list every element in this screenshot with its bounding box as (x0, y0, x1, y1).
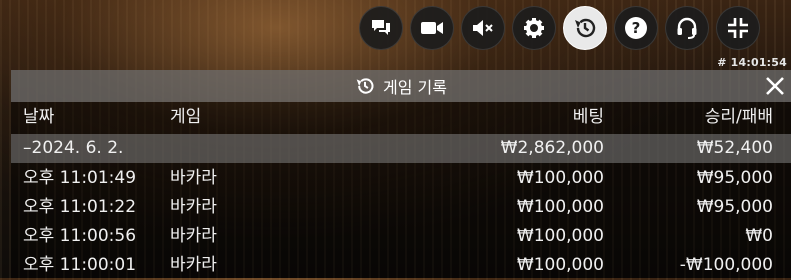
video-camera-icon (421, 22, 443, 34)
row-bet: ₩100,000 (516, 197, 604, 217)
sound-muted-icon (473, 20, 493, 36)
summary-date: –2024. 6. 2. (23, 138, 124, 158)
panel-title-text: 게임 기록 (383, 78, 447, 97)
table-header: 날짜 게임 베팅 승리/패배 (11, 103, 791, 132)
row-win-loss: ₩95,000 (696, 168, 773, 188)
chat-icon (372, 20, 390, 35)
row-time: 오후 11:00:01 (23, 255, 137, 275)
headset-icon (677, 17, 697, 39)
table-row[interactable]: 오후 11:00:56 바카라 ₩100,000 ₩0 (11, 222, 791, 251)
history-icon (355, 76, 375, 96)
chat-button[interactable] (359, 6, 403, 50)
row-game: 바카라 (170, 197, 217, 217)
settings-button[interactable] (512, 6, 556, 50)
support-button[interactable] (665, 6, 709, 50)
column-header-game: 게임 (170, 107, 202, 127)
column-header-bet: 베팅 (572, 107, 604, 127)
sound-button[interactable] (461, 6, 505, 50)
clock-readout: # 14:01:54 (717, 56, 787, 69)
row-time: 오후 11:00:56 (23, 226, 137, 246)
row-win-loss: -₩100,000 (679, 255, 773, 275)
video-button[interactable] (410, 6, 454, 50)
summary-win-total: ₩52,400 (696, 138, 773, 158)
table-row[interactable]: 오후 11:00:01 바카라 ₩100,000 -₩100,000 (11, 251, 791, 280)
panel-header: 게임 기록 (11, 70, 791, 102)
row-time: 오후 11:01:49 (23, 168, 137, 188)
row-bet: ₩100,000 (516, 255, 604, 275)
history-button[interactable] (563, 6, 607, 50)
table-row[interactable]: 오후 11:01:49 바카라 ₩100,000 ₩95,000 (11, 164, 791, 193)
row-time: 오후 11:01:22 (23, 197, 137, 217)
row-bet: ₩100,000 (516, 168, 604, 188)
game-toolbar: ? (351, 3, 791, 55)
minimize-icon (728, 18, 748, 38)
panel-title: 게임 기록 (355, 74, 447, 98)
settings-gear-icon (524, 18, 544, 38)
summary-bet-total: ₩2,862,000 (500, 138, 604, 158)
column-header-date: 날짜 (23, 107, 55, 127)
row-game: 바카라 (170, 226, 217, 246)
row-bet: ₩100,000 (516, 226, 604, 246)
game-history-panel: 게임 기록 날짜 게임 베팅 승리/패배 –2024. 6. 2. ₩2,862… (11, 70, 791, 278)
history-icon (575, 18, 596, 38)
minimize-button[interactable] (716, 6, 760, 50)
close-icon (766, 77, 784, 95)
row-game: 바카라 (170, 168, 217, 188)
close-button[interactable] (763, 74, 787, 98)
row-win-loss: ₩95,000 (696, 197, 773, 217)
date-summary-row[interactable]: –2024. 6. 2. ₩2,862,000 ₩52,400 (11, 134, 791, 163)
svg-text:?: ? (632, 19, 641, 37)
help-button[interactable]: ? (614, 6, 658, 50)
table-row[interactable]: 오후 11:01:22 바카라 ₩100,000 ₩95,000 (11, 193, 791, 222)
row-win-loss: ₩0 (745, 226, 773, 246)
row-game: 바카라 (170, 255, 217, 275)
help-icon: ? (625, 17, 647, 39)
column-header-win-loss: 승리/패배 (704, 107, 773, 127)
